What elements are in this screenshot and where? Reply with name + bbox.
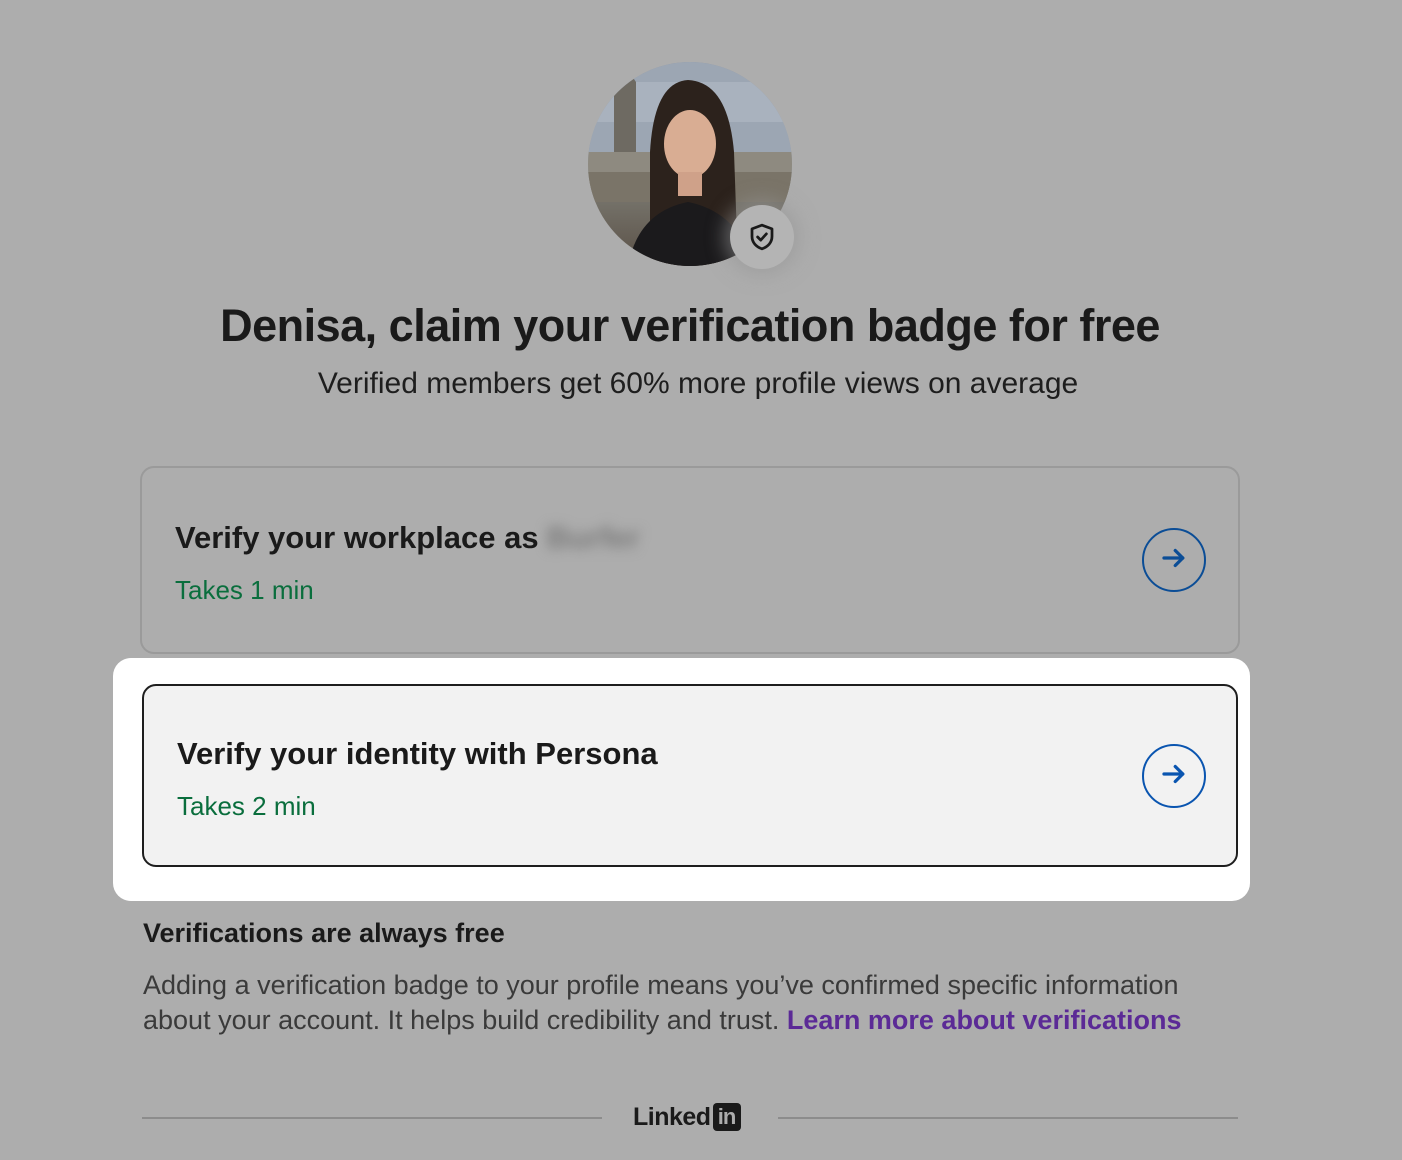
footer-divider-left <box>142 1117 602 1119</box>
arrow-right-icon <box>1159 543 1189 578</box>
arrow-right-icon <box>1159 759 1189 794</box>
verify-workplace-button[interactable] <box>1142 528 1206 592</box>
verification-badge <box>730 205 794 269</box>
option-title-text: Verify your workplace as <box>175 520 539 555</box>
verify-identity-button[interactable] <box>1142 744 1206 808</box>
verification-page: Denisa, claim your verification badge fo… <box>0 0 1402 1160</box>
info-title: Verifications are always free <box>143 918 505 948</box>
company-name: Burfer <box>546 520 640 555</box>
option-duration: Takes 2 min <box>177 791 316 821</box>
info-body: Adding a verification badge to your prof… <box>143 968 1253 1038</box>
option-title: Verify your identity with Persona <box>177 736 658 771</box>
option-title: Verify your workplace as Burfer <box>175 520 640 556</box>
page-subtitle: Verified members get 60% more profile vi… <box>317 367 1079 400</box>
linkedin-in-icon: in <box>712 1103 741 1131</box>
footer-divider-right <box>778 1117 1238 1119</box>
verify-identity-option[interactable]: Verify your identity with Persona Takes … <box>142 684 1238 867</box>
option-duration: Takes 1 min <box>175 575 314 605</box>
verify-workplace-option[interactable]: Verify your workplace as Burfer Takes 1 m… <box>140 466 1240 654</box>
shield-check-icon <box>747 222 777 252</box>
linkedin-logo-text: Linked <box>633 1102 711 1131</box>
linkedin-logo: Linked in <box>633 1102 741 1132</box>
page-title: Denisa, claim your verification badge fo… <box>220 300 1160 351</box>
learn-more-link[interactable]: Learn more about verifications <box>787 1005 1182 1035</box>
